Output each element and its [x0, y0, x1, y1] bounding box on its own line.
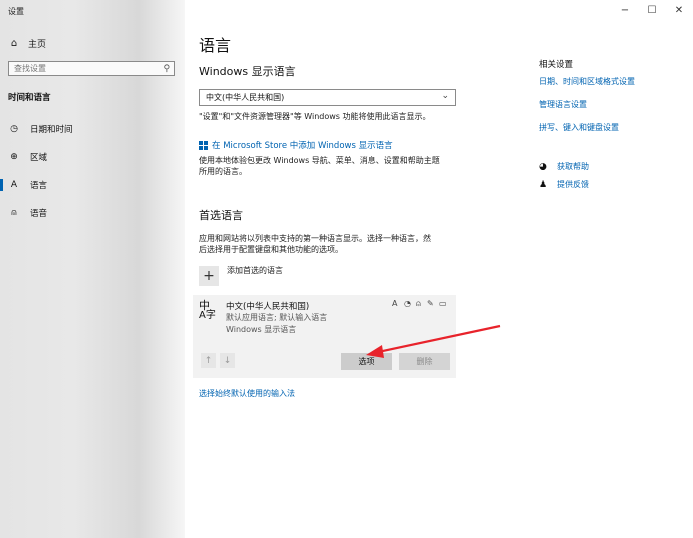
handwriting-feature-icon: ✎: [427, 299, 434, 308]
sidebar-item-home[interactable]: ⌂ 主页: [8, 37, 46, 50]
language-status-line2: Windows 显示语言: [226, 325, 297, 334]
search-box[interactable]: ⚲: [8, 61, 175, 76]
add-language-label: 添加首选的语言: [227, 266, 283, 275]
calendar-clock-icon: ◷: [10, 124, 18, 134]
globe-icon: ⊕: [10, 152, 18, 162]
input-method-link[interactable]: 选择始终默认使用的输入法: [199, 388, 295, 399]
store-description-line2: 所用的语言。: [199, 167, 247, 176]
speech-feature-icon: ◔: [404, 299, 411, 308]
sidebar: 设置 ⌂ 主页 ⚲ 时间和语言 ◷ 日期和时间 ⊕ 区域 A 语言 ⍝ 语音: [0, 0, 185, 538]
main-content: 语言 Windows 显示语言 中文(中华人民共和国) ⌄ "设置"和"文件资源…: [185, 0, 693, 538]
store-link[interactable]: 在 Microsoft Store 中添加 Windows 显示语言: [199, 139, 393, 151]
feedback-link[interactable]: ♟ 提供反馈: [539, 179, 589, 190]
move-up-button[interactable]: ↑: [201, 353, 216, 368]
language-list-item[interactable]: 中 A字 中文(中华人民共和国) 默认应用语言; 默认输入语言 Windows …: [193, 295, 456, 378]
help-chat-icon: ◕: [539, 161, 547, 172]
language-glyph-icon: 中 A字: [199, 300, 221, 323]
add-language-button[interactable]: + 添加首选的语言: [199, 266, 283, 286]
related-link-typing-keyboard[interactable]: 拼写、键入和键盘设置: [539, 122, 619, 133]
sidebar-item-region[interactable]: ⊕ 区域: [0, 147, 185, 167]
home-icon: ⌂: [10, 38, 18, 49]
page-title: 语言: [199, 36, 232, 55]
language-name: 中文(中华人民共和国): [226, 302, 310, 312]
related-settings-heading: 相关设置: [539, 60, 574, 70]
related-link-date-time-format[interactable]: 日期、时间和区域格式设置: [539, 76, 635, 87]
display-language-heading: Windows 显示语言: [199, 65, 296, 78]
sidebar-item-language[interactable]: A 语言: [0, 175, 185, 195]
remove-button[interactable]: 删除: [399, 353, 450, 370]
sidebar-item-label: 日期和时间: [30, 125, 73, 135]
options-button[interactable]: 选项: [341, 353, 392, 370]
sidebar-section-title: 时间和语言: [8, 93, 51, 103]
sidebar-item-date-time[interactable]: ◷ 日期和时间: [0, 119, 185, 139]
language-icon: A: [10, 180, 18, 190]
glyph-bottom: A字: [199, 310, 216, 321]
plus-icon: +: [199, 266, 219, 286]
move-down-button[interactable]: ↓: [220, 353, 235, 368]
language-status-line1: 默认应用语言; 默认输入语言: [226, 313, 328, 322]
sidebar-item-label: 语言: [30, 181, 48, 191]
search-icon[interactable]: ⚲: [160, 64, 174, 74]
get-help-label: 获取帮助: [557, 162, 589, 171]
sidebar-item-label: 语音: [30, 209, 48, 219]
display-language-dropdown[interactable]: 中文(中华人民共和国) ⌄: [199, 89, 456, 106]
chevron-down-icon: ⌄: [441, 91, 449, 101]
dropdown-value: 中文(中华人民共和国): [206, 93, 285, 102]
store-description-line1: 使用本地体验包更改 Windows 导航、菜单、消息、设置和帮助主题: [199, 156, 440, 165]
get-help-link[interactable]: ◕ 获取帮助: [539, 161, 589, 172]
store-link-label: 在 Microsoft Store 中添加 Windows 显示语言: [212, 141, 393, 151]
sidebar-item-speech[interactable]: ⍝ 语音: [0, 203, 185, 223]
sidebar-item-label: 主页: [28, 40, 47, 50]
microphone-icon: ⍝: [11, 208, 17, 218]
preferred-description-line2: 后选择用于配置键盘和其他功能的选项。: [199, 245, 343, 254]
microphone-feature-icon: ⍝: [416, 299, 421, 308]
display-language-description: "设置"和"文件资源管理器"等 Windows 功能将使用此语言显示。: [199, 112, 431, 121]
window-title: 设置: [8, 7, 24, 16]
related-link-manage-language[interactable]: 管理语言设置: [539, 99, 587, 110]
preferred-description-line1: 应用和网站将以列表中支持的第一种语言显示。选择一种语言，然: [199, 234, 431, 243]
feedback-icon: ♟: [539, 179, 548, 190]
windows-logo-icon: [199, 140, 208, 150]
feedback-label: 提供反馈: [557, 180, 589, 189]
display-language-feature-icon: A: [392, 299, 398, 308]
search-input[interactable]: [9, 64, 160, 73]
preferred-languages-heading: 首选语言: [199, 209, 243, 222]
arrow-down-icon: ↓: [223, 355, 232, 366]
keyboard-feature-icon: ▭: [439, 299, 447, 308]
sidebar-item-label: 区域: [30, 153, 48, 163]
arrow-up-icon: ↑: [204, 355, 213, 366]
